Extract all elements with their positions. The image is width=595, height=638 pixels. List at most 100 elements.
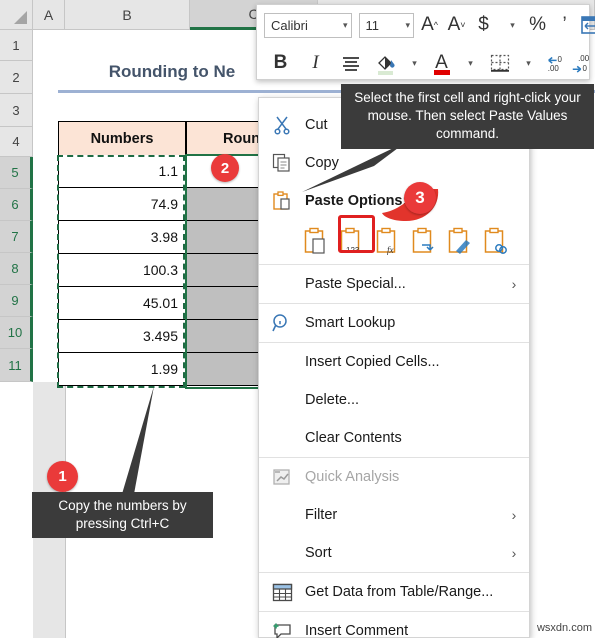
table-header-numbers: Numbers xyxy=(58,121,186,156)
row-header-3[interactable]: 3 xyxy=(0,94,33,127)
font-size-combo[interactable]: 11 ▾ xyxy=(358,12,415,38)
context-menu-item-paste-special[interactable]: Paste Special... › xyxy=(259,265,529,303)
chevron-right-icon: › xyxy=(511,507,517,523)
chevron-right-icon: › xyxy=(511,276,517,292)
merge-center-button[interactable] xyxy=(580,11,595,39)
font-name-combo[interactable]: Calibri ▾ xyxy=(264,12,352,38)
row-header-8[interactable]: 8 xyxy=(0,253,33,285)
row-header-11[interactable]: 11 xyxy=(0,349,33,382)
italic-button[interactable]: I xyxy=(304,49,327,77)
context-menu-label: Paste Special... xyxy=(305,276,406,292)
row-header-4[interactable]: 4 xyxy=(0,127,33,157)
paste-all-icon[interactable] xyxy=(303,227,331,257)
decrease-decimal-button[interactable]: .00 0 xyxy=(571,49,594,77)
context-menu-label: Insert Comment xyxy=(305,623,409,638)
paste-formulas-icon[interactable]: fx xyxy=(375,227,403,257)
magnifier-info-icon xyxy=(259,313,305,333)
row-header-7[interactable]: 7 xyxy=(0,221,33,253)
context-menu-label: Smart Lookup xyxy=(305,315,396,331)
context-menu-label: Clear Contents xyxy=(305,430,402,446)
chevron-down-icon: ▾ xyxy=(405,19,411,30)
fill-color-swatch xyxy=(378,71,393,75)
context-menu-label: Quick Analysis xyxy=(305,469,400,485)
row-header-10[interactable]: 10 xyxy=(0,317,33,349)
row-header-9[interactable]: 9 xyxy=(0,285,33,317)
table-cell-number[interactable]: 1.1 xyxy=(58,155,186,188)
row-header-1[interactable]: 1 xyxy=(0,30,33,61)
chevron-down-icon[interactable]: ▾ xyxy=(499,11,522,39)
center-align-button[interactable] xyxy=(339,49,362,77)
context-menu-item-get-data[interactable]: Get Data from Table/Range... xyxy=(259,573,529,611)
paste-values-highlight-box xyxy=(338,215,375,253)
context-menu-label: Insert Copied Cells... xyxy=(305,354,440,370)
context-menu-item-delete[interactable]: Delete... xyxy=(259,381,529,419)
paste-transpose-icon[interactable] xyxy=(411,227,439,257)
borders-icon xyxy=(490,54,509,72)
chevron-down-icon[interactable]: ▾ xyxy=(515,49,538,77)
svg-text:.00: .00 xyxy=(578,54,590,63)
font-color-swatch xyxy=(434,70,450,75)
font-color-button[interactable]: A xyxy=(430,49,453,77)
chevron-down-icon[interactable]: ▾ xyxy=(457,49,480,77)
chevron-down-icon[interactable]: ▾ xyxy=(401,49,424,77)
sheet-title: Rounding to Ne xyxy=(108,62,236,81)
context-menu-item-quick-analysis: Quick Analysis xyxy=(259,458,529,496)
paste-formatting-icon[interactable] xyxy=(447,227,475,257)
chevron-right-icon: › xyxy=(511,545,517,561)
table-cell-number[interactable]: 3.98 xyxy=(58,221,186,254)
percent-style-button[interactable]: % xyxy=(526,11,549,39)
fill-color-button[interactable] xyxy=(374,49,397,77)
merge-center-icon xyxy=(580,16,595,34)
context-menu-label: Delete... xyxy=(305,392,359,408)
column-header-a[interactable]: A xyxy=(33,0,65,30)
select-all-triangle-icon xyxy=(14,11,27,24)
clipboard-icon xyxy=(259,191,305,211)
chevron-down-icon: ▾ xyxy=(343,19,348,30)
comma-style-button[interactable]: ’ xyxy=(553,11,576,39)
row-header-2[interactable]: 2 xyxy=(0,61,33,94)
borders-button[interactable] xyxy=(488,49,511,77)
table-cell-number[interactable]: 1.99 xyxy=(58,353,186,386)
increase-font-size-button[interactable]: A ^ xyxy=(418,11,441,39)
context-menu-label: Get Data from Table/Range... xyxy=(305,584,494,600)
callout-step2-text: Select the first cell and right-click yo… xyxy=(341,84,594,149)
accounting-format-button[interactable]: $ xyxy=(472,11,495,39)
font-name-value: Calibri xyxy=(271,17,308,33)
copy-icon xyxy=(259,153,305,173)
table-cell-number[interactable]: 45.01 xyxy=(58,287,186,320)
svg-text:0: 0 xyxy=(583,64,588,73)
context-menu-item-smart-lookup[interactable]: Smart Lookup xyxy=(259,304,529,342)
callout-step1-text: Copy the numbers by pressing Ctrl+C xyxy=(32,492,213,539)
select-all-corner[interactable] xyxy=(0,0,33,30)
comment-icon xyxy=(259,622,305,638)
svg-text:fx: fx xyxy=(387,245,394,255)
column-header-b[interactable]: B xyxy=(65,0,190,30)
font-size-value: 11 xyxy=(365,17,380,33)
decrease-font-size-button[interactable]: A ˅ xyxy=(445,11,468,39)
context-menu-item-sort[interactable]: Sort › xyxy=(259,534,529,572)
decrease-decimal-icon: .00 0 xyxy=(572,54,590,73)
svg-text:.00: .00 xyxy=(548,64,560,73)
context-menu-label: Sort xyxy=(305,545,332,561)
scissors-icon xyxy=(259,115,305,135)
context-menu-label: Filter xyxy=(305,507,338,523)
caret-down-icon: ˅ xyxy=(460,20,466,30)
bottom-callout-pointer xyxy=(122,386,154,494)
watermark: wsxdn.com xyxy=(536,622,592,634)
mini-format-toolbar[interactable]: Calibri ▾ 11 ▾ A ^ A ˅ $ ▾ % ’ B I ▾ A ▾… xyxy=(256,4,595,80)
increase-decimal-button[interactable]: 0 .00 xyxy=(546,49,569,77)
row-header-5[interactable]: 5 xyxy=(0,157,33,189)
table-cell-number[interactable]: 3.495 xyxy=(58,320,186,353)
table-cell-number[interactable]: 100.3 xyxy=(58,254,186,287)
step-badge-1: 1 xyxy=(47,461,78,492)
table-cell-number[interactable]: 74.9 xyxy=(58,188,186,221)
context-menu-item-clear-contents[interactable]: Clear Contents xyxy=(259,419,529,457)
paste-link-icon[interactable] xyxy=(483,227,511,257)
row-header-6[interactable]: 6 xyxy=(0,189,33,221)
table-icon xyxy=(259,583,305,602)
svg-text:0: 0 xyxy=(558,55,563,64)
context-menu-item-filter[interactable]: Filter › xyxy=(259,496,529,534)
context-menu-item-insert-comment[interactable]: Insert Comment xyxy=(259,612,529,638)
bold-button[interactable]: B xyxy=(269,49,292,77)
context-menu-item-insert-copied-cells[interactable]: Insert Copied Cells... xyxy=(259,343,529,381)
